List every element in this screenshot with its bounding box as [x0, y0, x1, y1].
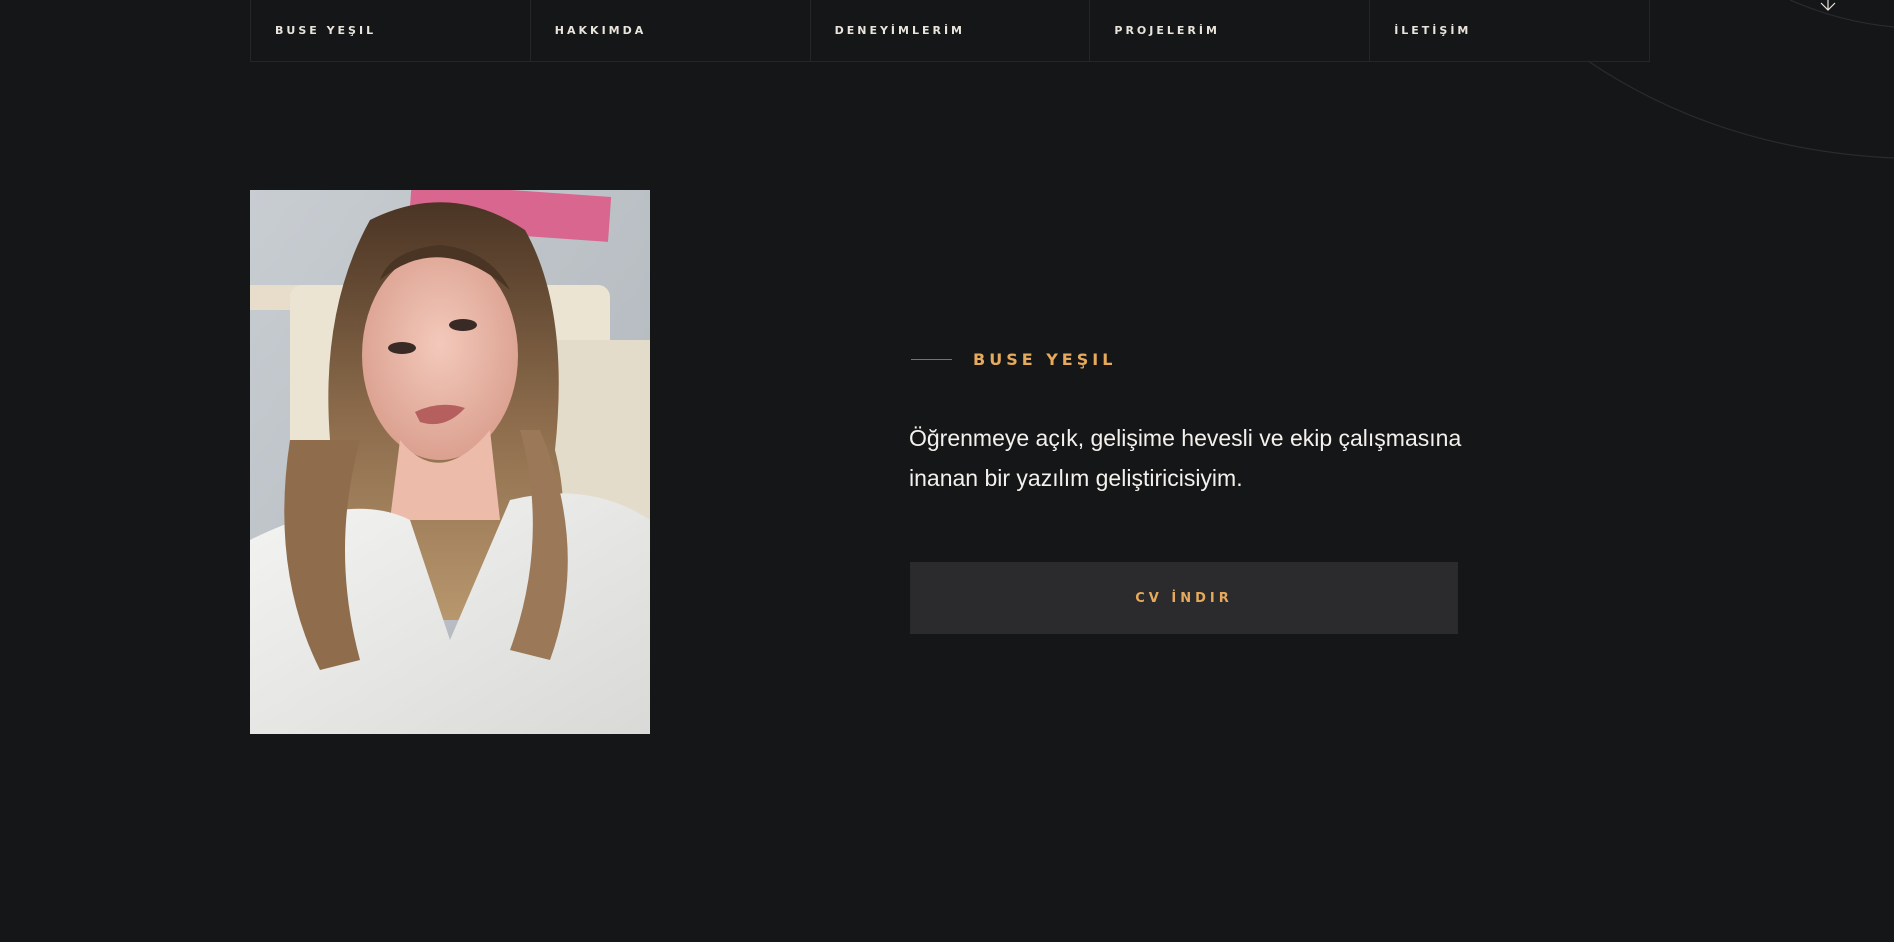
profile-photo — [250, 190, 650, 734]
nav-item-home[interactable]: BUSE YEŞIL — [250, 0, 530, 61]
cv-download-button[interactable]: CV İNDIR — [910, 562, 1458, 634]
nav-item-contact[interactable]: İLETİŞİM — [1369, 0, 1650, 61]
hero-intro: Öğrenmeye açık, gelişime hevesli ve ekip… — [909, 425, 1462, 491]
hero-name: BUSE YEŞIL — [973, 350, 1117, 369]
nav-item-about[interactable]: HAKKIMDA — [529, 0, 810, 61]
page: BUSE YEŞIL HAKKIMDA DENEYİMLERİM PROJELE… — [0, 0, 1894, 942]
down-arrow-icon[interactable] — [1818, 0, 1838, 12]
hero-eyebrow: BUSE YEŞIL — [911, 350, 1116, 369]
nav-item-projects[interactable]: PROJELERİM — [1089, 0, 1369, 61]
top-navigation: BUSE YEŞIL HAKKIMDA DENEYİMLERİM PROJELE… — [250, 0, 1650, 62]
eyebrow-divider — [911, 359, 952, 360]
nav-item-experience[interactable]: DENEYİMLERİM — [809, 0, 1090, 61]
